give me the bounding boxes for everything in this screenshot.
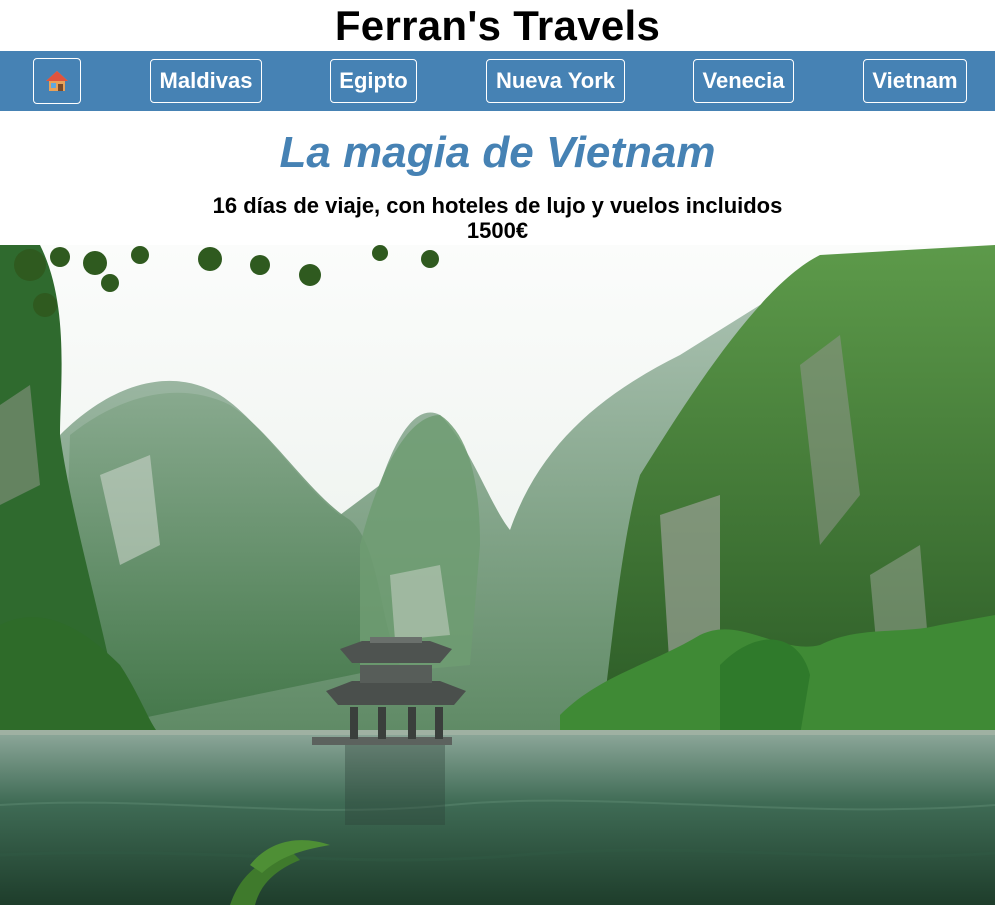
home-button[interactable] xyxy=(33,58,81,104)
trip-price: 1500€ xyxy=(466,218,529,243)
site-header: Ferran's Travels Maldivas Egipto Nueva Y… xyxy=(0,0,995,111)
main-content: La magia de Vietnam 16 días de viaje, co… xyxy=(0,128,995,905)
site-title: Ferran's Travels xyxy=(334,1,661,49)
nav-item-maldivas[interactable]: Maldivas xyxy=(150,59,262,103)
house-icon xyxy=(46,71,68,91)
trip-description: 16 días de viaje, con hoteles de lujo y … xyxy=(212,193,783,218)
nav-item-nueva-york[interactable]: Nueva York xyxy=(486,59,625,103)
main-navigation: Maldivas Egipto Nueva York Venecia Vietn… xyxy=(0,51,995,111)
nav-item-egipto[interactable]: Egipto xyxy=(330,59,417,103)
vietnam-landscape-image xyxy=(0,245,995,905)
nav-item-venecia[interactable]: Venecia xyxy=(693,59,794,103)
nav-item-vietnam[interactable]: Vietnam xyxy=(863,59,967,103)
page-title: La magia de Vietnam xyxy=(279,128,716,177)
